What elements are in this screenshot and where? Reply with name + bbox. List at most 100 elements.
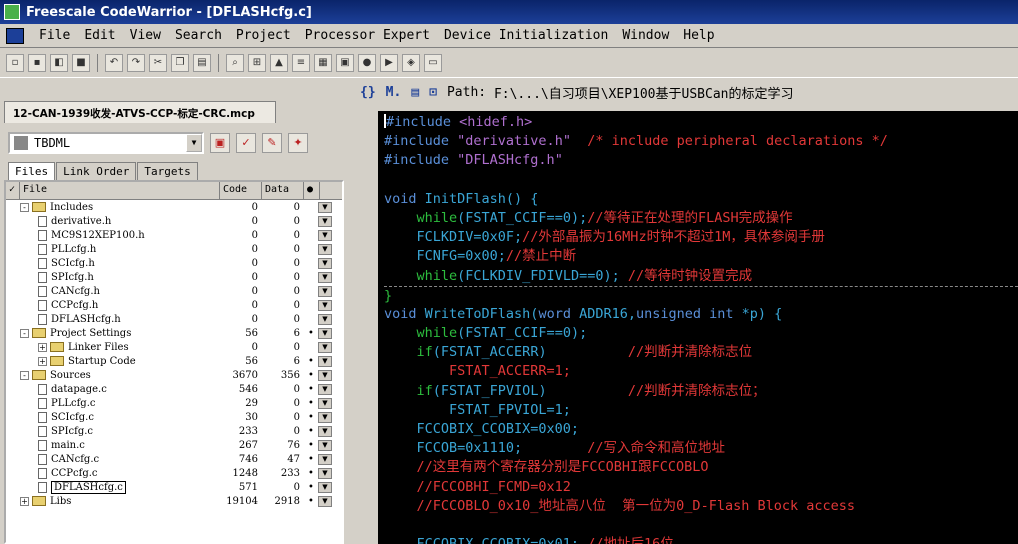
file-row[interactable]: - Project Settings 56 6 • ▼ bbox=[6, 326, 342, 340]
make-target-icon[interactable]: ✎ bbox=[262, 133, 282, 153]
file-row[interactable]: SPIcfg.h 0 0 ▼ bbox=[6, 270, 342, 284]
chevron-down-icon[interactable]: ▼ bbox=[186, 134, 202, 152]
file-row[interactable]: CCPcfg.h 0 0 ▼ bbox=[6, 298, 342, 312]
codewarrior-app-icon[interactable] bbox=[4, 4, 20, 20]
file-menu-icon[interactable]: ▼ bbox=[318, 271, 332, 283]
file-menu-icon[interactable]: ▼ bbox=[318, 369, 332, 381]
column-file[interactable]: File bbox=[20, 182, 220, 199]
new-project-icon[interactable]: ▪ bbox=[28, 53, 46, 72]
file-row[interactable]: datapage.c 546 0 • ▼ bbox=[6, 382, 342, 396]
project-tab[interactable]: 12-CAN-1939收发-ATVS-CCP-标定-CRC.mcp bbox=[4, 101, 276, 123]
tab-targets[interactable]: Targets bbox=[137, 162, 198, 180]
menu-edit[interactable]: Edit bbox=[77, 28, 122, 43]
open-folder-icon[interactable]: ◧ bbox=[50, 53, 68, 72]
file-menu-icon[interactable]: ▼ bbox=[318, 453, 332, 465]
file-menu-icon[interactable]: ▼ bbox=[318, 243, 332, 255]
file-menu-icon[interactable]: ▼ bbox=[318, 355, 332, 367]
file-menu-icon[interactable]: ▼ bbox=[318, 327, 332, 339]
synchronize-icon[interactable]: ✓ bbox=[236, 133, 256, 153]
file-row[interactable]: main.c 267 76 • ▼ bbox=[6, 438, 342, 452]
debug-icon[interactable]: ● bbox=[358, 53, 376, 72]
copy-icon[interactable]: ❐ bbox=[171, 53, 189, 72]
file-menu-icon[interactable]: ▼ bbox=[318, 215, 332, 227]
run-icon[interactable]: ▶ bbox=[380, 53, 398, 72]
redo-icon[interactable]: ↷ bbox=[127, 53, 145, 72]
file-row[interactable]: PLLcfg.c 29 0 • ▼ bbox=[6, 396, 342, 410]
settings-icon[interactable]: ≡ bbox=[292, 53, 310, 72]
shirt-icon[interactable]: ▲ bbox=[270, 53, 288, 72]
debug-target-icon[interactable]: ✦ bbox=[288, 133, 308, 153]
file-menu-icon[interactable]: ▼ bbox=[318, 439, 332, 451]
menu-search[interactable]: Search bbox=[168, 28, 229, 43]
file-row[interactable]: + Linker Files 0 0 ▼ bbox=[6, 340, 342, 354]
code-editor[interactable]: #include <hidef.h> #include "derivative.h… bbox=[378, 111, 1018, 544]
menu-file[interactable]: File bbox=[32, 28, 77, 43]
save-icon[interactable]: ■ bbox=[72, 53, 90, 72]
file-menu-icon[interactable]: ▼ bbox=[318, 495, 332, 507]
lock-icon[interactable]: ⊡ bbox=[429, 85, 437, 100]
file-menu-icon[interactable]: ▼ bbox=[318, 411, 332, 423]
target-select[interactable]: TBDML ▼ bbox=[8, 132, 204, 154]
menu-help[interactable]: Help bbox=[676, 28, 721, 43]
compile-icon[interactable]: ▦ bbox=[314, 53, 332, 72]
file-menu-icon[interactable]: ▼ bbox=[318, 313, 332, 325]
file-row[interactable]: DFLASHcfg.h 0 0 ▼ bbox=[6, 312, 342, 326]
file-row[interactable]: CCPcfg.c 1248 233 • ▼ bbox=[6, 466, 342, 480]
processor-expert-icon[interactable]: ◈ bbox=[402, 53, 420, 72]
file-row[interactable]: CANcfg.h 0 0 ▼ bbox=[6, 284, 342, 298]
file-row[interactable]: SCIcfg.c 30 0 • ▼ bbox=[6, 410, 342, 424]
file-row[interactable]: SCIcfg.h 0 0 ▼ bbox=[6, 256, 342, 270]
file-menu-icon[interactable]: ▼ bbox=[318, 383, 332, 395]
find-in-files-icon[interactable]: ⊞ bbox=[248, 53, 266, 72]
menu-processor-expert[interactable]: Processor Expert bbox=[298, 28, 437, 43]
tab-link-order[interactable]: Link Order bbox=[56, 162, 137, 180]
menu-device-initialization[interactable]: Device Initialization bbox=[437, 28, 615, 43]
file-menu-icon[interactable]: ▼ bbox=[318, 229, 332, 241]
find-icon[interactable]: ⌕ bbox=[226, 53, 244, 72]
cut-icon[interactable]: ✂ bbox=[149, 53, 167, 72]
paste-icon[interactable]: ▤ bbox=[193, 53, 211, 72]
expand-icon[interactable]: + bbox=[38, 356, 47, 366]
file-row[interactable]: DFLASHcfg.c 571 0 • ▼ bbox=[6, 480, 342, 494]
target-settings-icon[interactable]: ▣ bbox=[210, 133, 230, 153]
file-row[interactable]: + Libs 19104 2918 • ▼ bbox=[6, 494, 342, 508]
file-row[interactable]: PLLcfg.h 0 0 ▼ bbox=[6, 242, 342, 256]
file-menu-icon[interactable]: ▼ bbox=[318, 201, 332, 213]
file-menu-icon[interactable]: ▼ bbox=[318, 467, 332, 479]
file-menu-icon[interactable]: ▼ bbox=[318, 257, 332, 269]
expand-icon[interactable]: + bbox=[20, 496, 29, 506]
file-row[interactable]: SPIcfg.c 233 0 • ▼ bbox=[6, 424, 342, 438]
column-data[interactable]: Data bbox=[262, 182, 304, 199]
file-menu-icon[interactable]: ▼ bbox=[318, 425, 332, 437]
file-menu-icon[interactable]: ▼ bbox=[318, 285, 332, 297]
new-file-icon[interactable]: ▫ bbox=[6, 53, 24, 72]
window-list-icon[interactable]: ▭ bbox=[424, 53, 442, 72]
file-name-cell: + Startup Code bbox=[6, 356, 220, 367]
collapse-icon[interactable]: - bbox=[20, 328, 29, 338]
menu-window[interactable]: Window bbox=[615, 28, 676, 43]
file-row[interactable]: CANcfg.c 746 47 • ▼ bbox=[6, 452, 342, 466]
make-icon[interactable]: ▣ bbox=[336, 53, 354, 72]
file-menu-icon[interactable]: ▼ bbox=[318, 341, 332, 353]
markers-popup-icon[interactable]: M. bbox=[386, 85, 402, 100]
file-row[interactable]: derivative.h 0 0 ▼ bbox=[6, 214, 342, 228]
collapse-icon[interactable]: - bbox=[20, 370, 29, 380]
file-row[interactable]: - Sources 3670 356 • ▼ bbox=[6, 368, 342, 382]
column-code[interactable]: Code bbox=[220, 182, 262, 199]
file-row[interactable]: - Includes 0 0 ▼ bbox=[6, 200, 342, 214]
menu-view[interactable]: View bbox=[123, 28, 168, 43]
undo-icon[interactable]: ↶ bbox=[105, 53, 123, 72]
file-row[interactable]: MC9S12XEP100.h 0 0 ▼ bbox=[6, 228, 342, 242]
document-settings-icon[interactable]: ▤ bbox=[411, 85, 419, 100]
file-menu-icon[interactable]: ▼ bbox=[318, 299, 332, 311]
tab-files[interactable]: Files bbox=[8, 162, 56, 180]
file-menu-icon[interactable]: ▼ bbox=[318, 397, 332, 409]
collapse-icon[interactable]: - bbox=[20, 202, 29, 212]
file-row[interactable]: + Startup Code 56 6 • ▼ bbox=[6, 354, 342, 368]
function-popup-icon[interactable]: {} bbox=[360, 85, 376, 100]
menu-project[interactable]: Project bbox=[229, 28, 298, 43]
file-menu-icon[interactable]: ▼ bbox=[318, 481, 332, 493]
document-window-icon[interactable] bbox=[6, 27, 24, 44]
expand-icon[interactable]: + bbox=[38, 342, 47, 352]
